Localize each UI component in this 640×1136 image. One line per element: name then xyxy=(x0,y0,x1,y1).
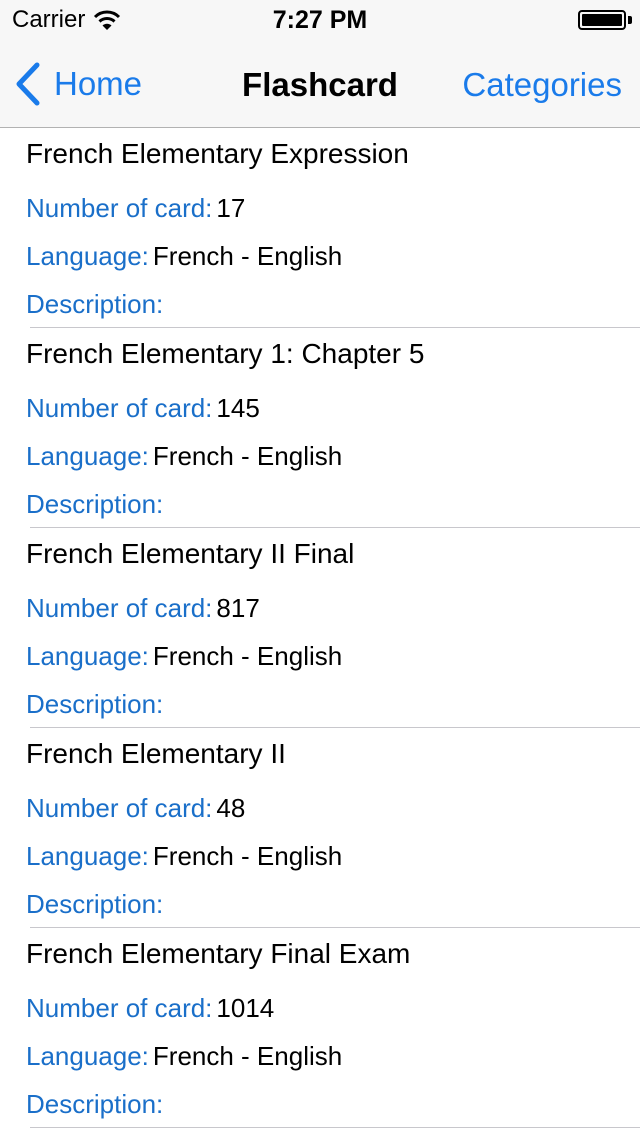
language-value: French - English xyxy=(152,241,343,271)
battery-level xyxy=(582,14,622,26)
card-count-label: Number of card: xyxy=(26,793,213,823)
description-label: Description: xyxy=(26,489,164,519)
battery-icon xyxy=(578,10,626,30)
back-button-label: Home xyxy=(54,65,143,102)
deck-list-item[interactable]: French Elementary II Final Number of car… xyxy=(0,528,640,728)
language-row: Language: French - English xyxy=(26,441,342,472)
card-count-label: Number of card: xyxy=(26,993,213,1023)
language-value: French - English xyxy=(152,1041,343,1071)
status-time: 7:27 PM xyxy=(272,6,368,34)
description-row: Description: xyxy=(26,689,167,720)
language-row: Language: French - English xyxy=(26,1041,342,1072)
card-count-row: Number of card: 48 xyxy=(26,793,245,824)
language-value: French - English xyxy=(152,841,343,871)
language-row: Language: French - English xyxy=(26,841,342,872)
deck-title: French Elementary Final Exam xyxy=(26,938,411,969)
description-label: Description: xyxy=(26,289,164,319)
description-label: Description: xyxy=(26,1089,164,1119)
card-count-row: Number of card: 145 xyxy=(26,393,260,424)
language-value: French - English xyxy=(152,441,343,471)
deck-title: French Elementary 1: Chapter 5 xyxy=(26,338,425,369)
card-count-label: Number of card: xyxy=(26,593,213,623)
language-label: Language: xyxy=(26,441,149,471)
language-value: French - English xyxy=(152,641,343,671)
card-count-value: 17 xyxy=(216,193,246,223)
home-back-button[interactable]: Home xyxy=(14,60,142,108)
language-label: Language: xyxy=(26,641,149,671)
card-count-value: 145 xyxy=(216,393,260,423)
card-count-row: Number of card: 17 xyxy=(26,193,245,224)
card-count-value: 817 xyxy=(216,593,260,623)
language-label: Language: xyxy=(26,841,149,871)
chevron-left-icon xyxy=(16,62,40,106)
status-bar: Carrier 7:27 PM xyxy=(0,0,640,40)
description-row: Description: xyxy=(26,1089,167,1120)
flashcard-deck-list[interactable]: French Elementary Expression Number of c… xyxy=(0,128,640,1136)
card-count-row: Number of card: 817 xyxy=(26,593,260,624)
description-row: Description: xyxy=(26,289,167,320)
deck-list-item[interactable]: French Elementary II Number of card: 48 L… xyxy=(0,728,640,928)
language-row: Language: French - English xyxy=(26,241,342,272)
language-label: Language: xyxy=(26,241,149,271)
description-row: Description: xyxy=(26,889,167,920)
card-count-value: 48 xyxy=(216,793,246,823)
deck-title: French Elementary II xyxy=(26,738,286,769)
deck-list-item[interactable]: French Elementary 1: Chapter 5 Number of… xyxy=(0,328,640,528)
navigation-bar: Home Flashcard Categories xyxy=(0,40,640,128)
description-row: Description: xyxy=(26,489,167,520)
card-count-value: 1014 xyxy=(216,993,275,1023)
categories-button[interactable]: Categories xyxy=(462,66,622,104)
card-count-label: Number of card: xyxy=(26,393,213,423)
description-label: Description: xyxy=(26,689,164,719)
deck-title: French Elementary Expression xyxy=(26,138,409,169)
deck-list-item[interactable]: French Elementary Final Exam Number of c… xyxy=(0,928,640,1128)
description-label: Description: xyxy=(26,889,164,919)
language-label: Language: xyxy=(26,1041,149,1071)
card-count-label: Number of card: xyxy=(26,193,213,223)
deck-list-item[interactable]: French Elementary Expression Number of c… xyxy=(0,128,640,328)
language-row: Language: French - English xyxy=(26,641,342,672)
card-count-row: Number of card: 1014 xyxy=(26,993,274,1024)
deck-title: French Elementary II Final xyxy=(26,538,355,569)
battery-tip xyxy=(628,16,632,24)
